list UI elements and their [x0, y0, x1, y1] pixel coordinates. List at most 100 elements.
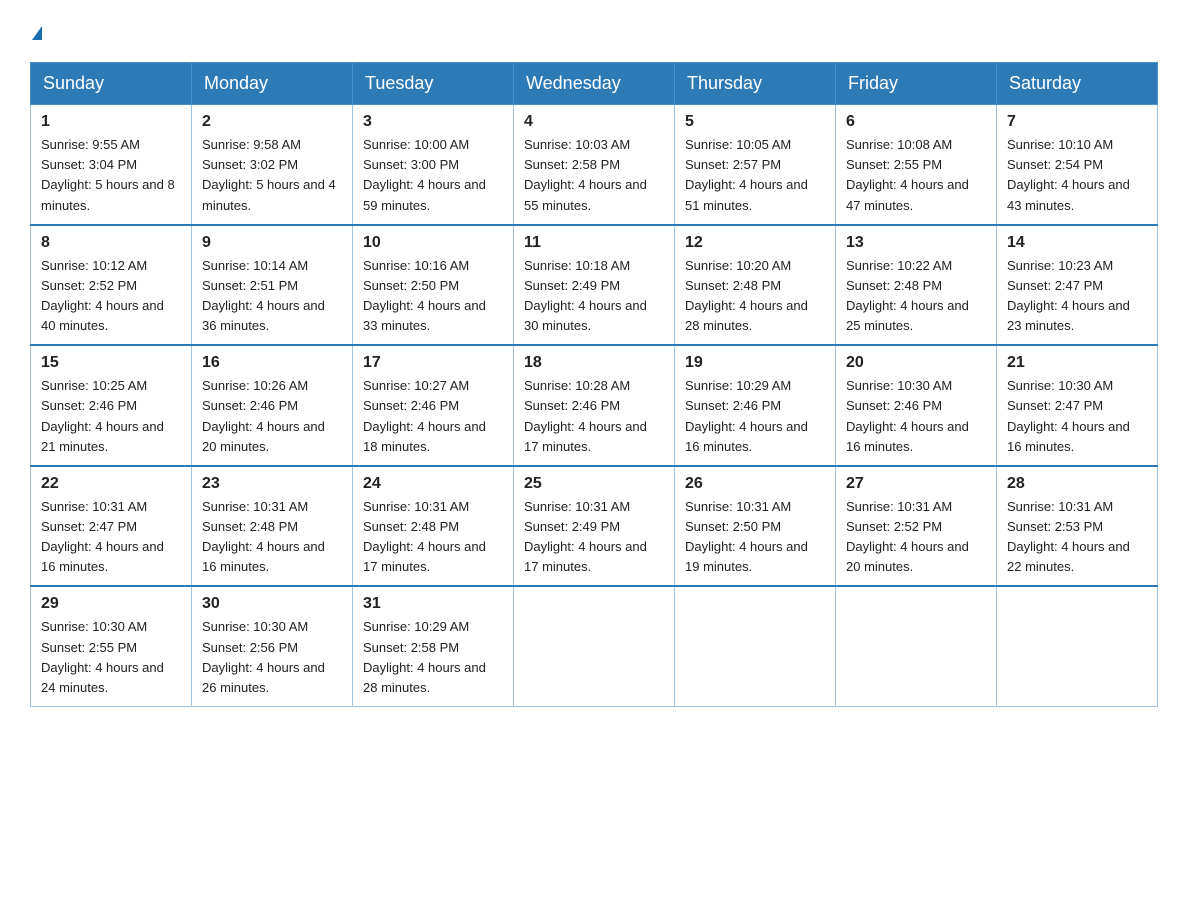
- calendar-cell: 27 Sunrise: 10:31 AMSunset: 2:52 PMDaylig…: [836, 466, 997, 587]
- day-number: 26: [685, 475, 825, 493]
- day-number: 23: [202, 475, 342, 493]
- calendar-cell: [836, 586, 997, 706]
- day-info: Sunrise: 10:20 AMSunset: 2:48 PMDaylight…: [685, 256, 825, 337]
- page-header: [30, 20, 1158, 44]
- day-info: Sunrise: 9:55 AMSunset: 3:04 PMDaylight:…: [41, 135, 181, 216]
- day-info: Sunrise: 10:25 AMSunset: 2:46 PMDaylight…: [41, 376, 181, 457]
- day-number: 7: [1007, 113, 1147, 131]
- calendar-cell: 31 Sunrise: 10:29 AMSunset: 2:58 PMDaylig…: [353, 586, 514, 706]
- day-info: Sunrise: 10:27 AMSunset: 2:46 PMDaylight…: [363, 376, 503, 457]
- logo-triangle-icon: [32, 26, 42, 40]
- calendar-cell: 6 Sunrise: 10:08 AMSunset: 2:55 PMDayligh…: [836, 105, 997, 225]
- calendar-cell: [514, 586, 675, 706]
- day-info: Sunrise: 10:28 AMSunset: 2:46 PMDaylight…: [524, 376, 664, 457]
- day-number: 1: [41, 113, 181, 131]
- day-number: 17: [363, 354, 503, 372]
- day-number: 27: [846, 475, 986, 493]
- weekday-header-saturday: Saturday: [997, 63, 1158, 105]
- calendar-cell: 2 Sunrise: 9:58 AMSunset: 3:02 PMDaylight…: [192, 105, 353, 225]
- day-info: Sunrise: 10:31 AMSunset: 2:49 PMDaylight…: [524, 497, 664, 578]
- calendar-cell: 23 Sunrise: 10:31 AMSunset: 2:48 PMDaylig…: [192, 466, 353, 587]
- calendar-cell: 8 Sunrise: 10:12 AMSunset: 2:52 PMDayligh…: [31, 225, 192, 346]
- day-number: 18: [524, 354, 664, 372]
- weekday-header-monday: Monday: [192, 63, 353, 105]
- calendar-cell: 24 Sunrise: 10:31 AMSunset: 2:48 PMDaylig…: [353, 466, 514, 587]
- weekday-header-wednesday: Wednesday: [514, 63, 675, 105]
- day-number: 16: [202, 354, 342, 372]
- day-number: 30: [202, 595, 342, 613]
- day-info: Sunrise: 9:58 AMSunset: 3:02 PMDaylight:…: [202, 135, 342, 216]
- day-number: 10: [363, 234, 503, 252]
- calendar-cell: 17 Sunrise: 10:27 AMSunset: 2:46 PMDaylig…: [353, 345, 514, 466]
- day-number: 24: [363, 475, 503, 493]
- calendar-cell: 12Sunrise: 10:20 AMSunset: 2:48 PMDaylig…: [675, 225, 836, 346]
- day-number: 22: [41, 475, 181, 493]
- calendar-cell: 25 Sunrise: 10:31 AMSunset: 2:49 PMDaylig…: [514, 466, 675, 587]
- calendar-cell: 18 Sunrise: 10:28 AMSunset: 2:46 PMDaylig…: [514, 345, 675, 466]
- day-info: Sunrise: 10:30 AMSunset: 2:46 PMDaylight…: [846, 376, 986, 457]
- day-info: Sunrise: 10:31 AMSunset: 2:52 PMDaylight…: [846, 497, 986, 578]
- day-info: Sunrise: 10:29 AMSunset: 2:58 PMDaylight…: [363, 617, 503, 698]
- day-number: 19: [685, 354, 825, 372]
- calendar-table: SundayMondayTuesdayWednesdayThursdayFrid…: [30, 62, 1158, 707]
- day-info: Sunrise: 10:03 AMSunset: 2:58 PMDaylight…: [524, 135, 664, 216]
- day-number: 5: [685, 113, 825, 131]
- weekday-header-row: SundayMondayTuesdayWednesdayThursdayFrid…: [31, 63, 1158, 105]
- weekday-header-sunday: Sunday: [31, 63, 192, 105]
- calendar-cell: 16 Sunrise: 10:26 AMSunset: 2:46 PMDaylig…: [192, 345, 353, 466]
- calendar-cell: 3 Sunrise: 10:00 AMSunset: 3:00 PMDayligh…: [353, 105, 514, 225]
- day-number: 14: [1007, 234, 1147, 252]
- day-number: 11: [524, 234, 664, 252]
- day-info: Sunrise: 10:31 AMSunset: 2:48 PMDaylight…: [202, 497, 342, 578]
- day-number: 3: [363, 113, 503, 131]
- day-info: Sunrise: 10:31 AMSunset: 2:48 PMDaylight…: [363, 497, 503, 578]
- day-info: Sunrise: 10:00 AMSunset: 3:00 PMDaylight…: [363, 135, 503, 216]
- day-number: 2: [202, 113, 342, 131]
- day-info: Sunrise: 10:22 AMSunset: 2:48 PMDaylight…: [846, 256, 986, 337]
- day-number: 20: [846, 354, 986, 372]
- day-info: Sunrise: 10:16 AMSunset: 2:50 PMDaylight…: [363, 256, 503, 337]
- day-number: 8: [41, 234, 181, 252]
- day-info: Sunrise: 10:30 AMSunset: 2:56 PMDaylight…: [202, 617, 342, 698]
- calendar-cell: 11 Sunrise: 10:18 AMSunset: 2:49 PMDaylig…: [514, 225, 675, 346]
- day-number: 13: [846, 234, 986, 252]
- calendar-cell: 21 Sunrise: 10:30 AMSunset: 2:47 PMDaylig…: [997, 345, 1158, 466]
- calendar-week-row: 15 Sunrise: 10:25 AMSunset: 2:46 PMDaylig…: [31, 345, 1158, 466]
- logo: [30, 20, 42, 44]
- calendar-cell: 14 Sunrise: 10:23 AMSunset: 2:47 PMDaylig…: [997, 225, 1158, 346]
- day-number: 9: [202, 234, 342, 252]
- calendar-cell: 26 Sunrise: 10:31 AMSunset: 2:50 PMDaylig…: [675, 466, 836, 587]
- calendar-week-row: 29Sunrise: 10:30 AMSunset: 2:55 PMDaylig…: [31, 586, 1158, 706]
- calendar-cell: 5Sunrise: 10:05 AMSunset: 2:57 PMDayligh…: [675, 105, 836, 225]
- day-number: 29: [41, 595, 181, 613]
- day-info: Sunrise: 10:31 AMSunset: 2:53 PMDaylight…: [1007, 497, 1147, 578]
- calendar-week-row: 1 Sunrise: 9:55 AMSunset: 3:04 PMDaylight…: [31, 105, 1158, 225]
- calendar-cell: 28Sunrise: 10:31 AMSunset: 2:53 PMDaylig…: [997, 466, 1158, 587]
- day-info: Sunrise: 10:31 AMSunset: 2:47 PMDaylight…: [41, 497, 181, 578]
- day-number: 31: [363, 595, 503, 613]
- day-info: Sunrise: 10:23 AMSunset: 2:47 PMDaylight…: [1007, 256, 1147, 337]
- day-info: Sunrise: 10:31 AMSunset: 2:50 PMDaylight…: [685, 497, 825, 578]
- day-info: Sunrise: 10:14 AMSunset: 2:51 PMDaylight…: [202, 256, 342, 337]
- day-info: Sunrise: 10:10 AMSunset: 2:54 PMDaylight…: [1007, 135, 1147, 216]
- day-number: 15: [41, 354, 181, 372]
- day-info: Sunrise: 10:26 AMSunset: 2:46 PMDaylight…: [202, 376, 342, 457]
- day-info: Sunrise: 10:18 AMSunset: 2:49 PMDaylight…: [524, 256, 664, 337]
- calendar-cell: 13 Sunrise: 10:22 AMSunset: 2:48 PMDaylig…: [836, 225, 997, 346]
- calendar-cell: 15 Sunrise: 10:25 AMSunset: 2:46 PMDaylig…: [31, 345, 192, 466]
- day-number: 25: [524, 475, 664, 493]
- day-number: 6: [846, 113, 986, 131]
- calendar-cell: 20 Sunrise: 10:30 AMSunset: 2:46 PMDaylig…: [836, 345, 997, 466]
- weekday-header-thursday: Thursday: [675, 63, 836, 105]
- calendar-cell: [997, 586, 1158, 706]
- calendar-cell: 30 Sunrise: 10:30 AMSunset: 2:56 PMDaylig…: [192, 586, 353, 706]
- day-info: Sunrise: 10:08 AMSunset: 2:55 PMDaylight…: [846, 135, 986, 216]
- weekday-header-friday: Friday: [836, 63, 997, 105]
- calendar-cell: 7 Sunrise: 10:10 AMSunset: 2:54 PMDayligh…: [997, 105, 1158, 225]
- day-info: Sunrise: 10:30 AMSunset: 2:47 PMDaylight…: [1007, 376, 1147, 457]
- day-number: 4: [524, 113, 664, 131]
- day-number: 21: [1007, 354, 1147, 372]
- calendar-cell: [675, 586, 836, 706]
- day-info: Sunrise: 10:12 AMSunset: 2:52 PMDaylight…: [41, 256, 181, 337]
- calendar-cell: 9 Sunrise: 10:14 AMSunset: 2:51 PMDayligh…: [192, 225, 353, 346]
